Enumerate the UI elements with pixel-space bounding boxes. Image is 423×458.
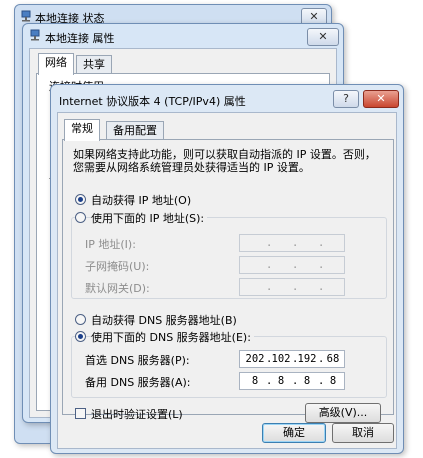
alternate-dns-octet-4: 8 <box>329 375 337 387</box>
preferred-dns-field[interactable]: 202. 102. 192. 68 <box>239 350 345 368</box>
preferred-dns-octet-3: 192 <box>297 353 317 365</box>
network-icon <box>20 10 32 22</box>
properties-window-title: 本地连接 属性 <box>45 32 115 45</box>
dns-auto-label[interactable]: 自动获得 DNS 服务器地址(B) <box>91 312 237 328</box>
subnet-mask-field: ... <box>239 256 345 274</box>
preferred-dns-octet-1: 202 <box>245 353 265 365</box>
validate-on-exit-checkbox[interactable] <box>75 408 86 419</box>
tab-general[interactable]: 常规 <box>64 119 100 141</box>
preferred-dns-octet-4: 68 <box>326 353 340 365</box>
properties-window-close-button[interactable]: ✕ <box>307 28 339 46</box>
preferred-dns-octet-2: 102 <box>271 353 291 365</box>
ip-auto-radio[interactable] <box>75 194 86 205</box>
tab-network[interactable]: 网络 <box>38 53 74 75</box>
tab-sharing[interactable]: 共享 <box>76 55 112 73</box>
alternate-dns-label: 备用 DNS 服务器(A): <box>85 376 191 389</box>
help-button[interactable]: ? <box>333 90 359 108</box>
subnet-mask-label: 子网掩码(U): <box>85 260 150 273</box>
default-gateway-field: ... <box>239 278 345 296</box>
alternate-dns-octet-3: 8 <box>303 375 311 387</box>
ok-button[interactable]: 确定 <box>262 423 326 443</box>
alternate-dns-octet-2: 8 <box>277 375 285 387</box>
dialog-client-area: 常规 备用配置 如果网络支持此功能，则可以获取自动指派的 IP 设置。否则， 您… <box>57 112 397 449</box>
description-line-2: 您需要从网络系统管理员处获得适当的 IP 设置。 <box>73 161 310 174</box>
alternate-dns-octet-1: 8 <box>251 375 259 387</box>
validate-on-exit-label[interactable]: 退出时验证设置(L) <box>91 406 183 422</box>
close-button[interactable]: ✕ <box>363 90 399 108</box>
ip-address-label: IP 地址(I): <box>85 238 136 251</box>
general-tab-pane: 如果网络支持此功能，则可以获取自动指派的 IP 设置。否则， 您需要从网络系统管… <box>62 139 394 423</box>
ip-manual-radio[interactable] <box>75 212 86 223</box>
alternate-dns-field[interactable]: 8. 8. 8. 8 <box>239 372 345 390</box>
dialog-title: Internet 协议版本 4 (TCP/IPv4) 属性 <box>59 95 246 108</box>
advanced-button[interactable]: 高级(V)... <box>305 403 381 423</box>
cancel-button[interactable]: 取消 <box>332 423 394 443</box>
network-icon <box>29 29 41 41</box>
dns-auto-radio[interactable] <box>75 314 86 325</box>
default-gateway-label: 默认网关(D): <box>85 282 150 295</box>
preferred-dns-label: 首选 DNS 服务器(P): <box>85 354 190 367</box>
ip-auto-label[interactable]: 自动获得 IP 地址(O) <box>91 192 191 208</box>
tab-alternate-config[interactable]: 备用配置 <box>106 121 164 139</box>
ip-address-field: ... <box>239 234 345 252</box>
ipv4-properties-dialog: Internet 协议版本 4 (TCP/IPv4) 属性 ? ✕ 常规 备用配… <box>50 84 404 454</box>
dns-manual-label[interactable]: 使用下面的 DNS 服务器地址(E): <box>91 329 254 345</box>
dns-manual-radio[interactable] <box>75 331 86 342</box>
ip-manual-label[interactable]: 使用下面的 IP 地址(S): <box>91 210 208 226</box>
